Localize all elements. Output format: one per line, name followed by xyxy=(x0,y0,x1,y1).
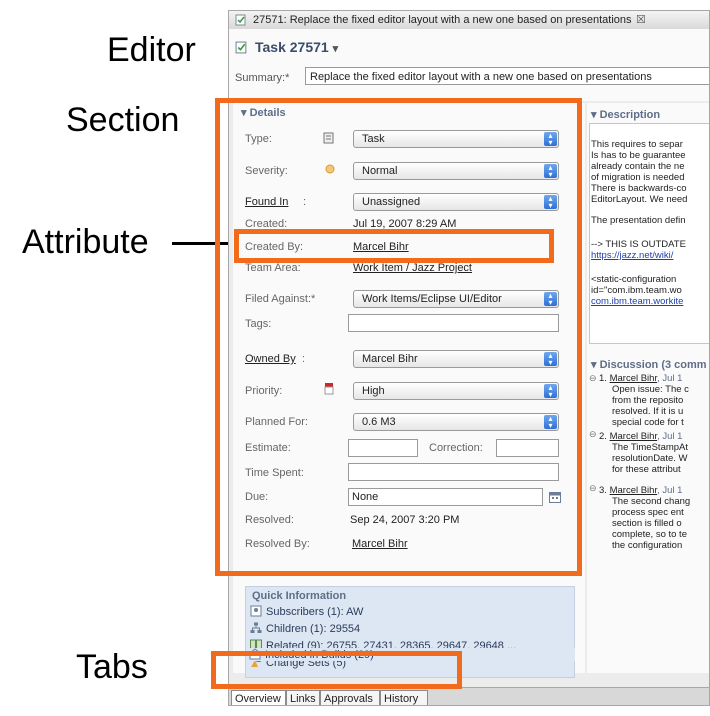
description-line: Is has to be guarantee xyxy=(591,150,686,161)
description-line: There is backwards-co xyxy=(591,183,687,194)
tab-approvals[interactable]: Approvals xyxy=(320,690,380,705)
comment-author-link[interactable]: Marcel Bihr xyxy=(610,431,658,442)
section-highlight xyxy=(215,98,582,576)
tabs-highlight xyxy=(211,651,462,689)
editor-tab-title: 27571: Replace the fixed editor layout w… xyxy=(253,14,632,26)
description-line: id="com.ibm.team.wo xyxy=(591,285,682,296)
comment-line: Open issue: The c xyxy=(612,384,689,395)
comment-date: , Jul 1 xyxy=(657,431,683,442)
tab-links[interactable]: Links xyxy=(286,690,320,705)
comment-header: 3. Marcel Bihr, Jul 1 xyxy=(599,485,682,496)
collapse-icon[interactable]: ⊖ xyxy=(589,373,597,384)
task-icon xyxy=(235,41,247,54)
description-link[interactable]: com.ibm.team.workite xyxy=(591,296,683,307)
editor-header: Task 27571 ▾ Summary:* Replace the fixed… xyxy=(229,29,709,101)
tab-overview[interactable]: Overview xyxy=(231,690,286,705)
comment-line: complete, so to te xyxy=(612,529,687,540)
comment-line: special code for t xyxy=(612,417,684,428)
comment-author-link[interactable]: Marcel Bihr xyxy=(610,373,658,384)
summary-label: Summary:* xyxy=(235,72,290,84)
comment-line: resolved. If it is u xyxy=(612,406,684,417)
comment-line: The TimeStampAt xyxy=(612,442,689,453)
description-line: <static-configuration xyxy=(591,274,677,285)
comment-number: 2. xyxy=(599,431,607,442)
description-line: already contain the ne xyxy=(591,161,685,172)
summary-input[interactable]: Replace the fixed editor layout with a n… xyxy=(305,67,709,85)
children-icon xyxy=(250,622,262,633)
attribute-highlight xyxy=(234,229,554,263)
comment-date: , Jul 1 xyxy=(657,485,683,496)
callout-section: Section xyxy=(66,101,180,139)
task-title[interactable]: Task 27571 ▾ xyxy=(255,39,338,55)
close-tab-icon[interactable]: ☒ xyxy=(636,13,646,26)
children-text: Children (1): 29554 xyxy=(266,623,361,635)
editor-tab[interactable]: 27571: Replace the fixed editor layout w… xyxy=(229,11,709,30)
tab-history[interactable]: History xyxy=(380,690,428,705)
quick-information-header: Quick Information xyxy=(252,590,347,602)
description-line: of migration is needed xyxy=(591,172,685,183)
chevron-down-icon[interactable]: ▾ xyxy=(333,43,339,55)
description-wiki-link[interactable]: https://jazz.net/wiki/ xyxy=(591,250,673,261)
comment-header: 2. Marcel Bihr, Jul 1 xyxy=(599,431,682,442)
editor-tabs-bar: Overview Links Approvals History xyxy=(229,687,709,705)
task-icon xyxy=(235,14,246,26)
comment-line: section is filled o xyxy=(612,518,682,529)
description-line: EditorLayout. We need xyxy=(591,194,688,205)
comment-line: the configuration xyxy=(612,540,683,551)
discussion-header[interactable]: ▾ Discussion (3 comm xyxy=(591,358,707,371)
description-discussion-panel: ▾ Description This requires to separ Is … xyxy=(587,103,709,673)
description-line: This requires to separ xyxy=(591,139,683,150)
comment-line: resolutionDate. W xyxy=(612,453,688,464)
comment-line: from the reposito xyxy=(612,395,684,406)
comment-line: The second chang xyxy=(612,496,691,507)
comment-line: process spec ent xyxy=(612,507,684,518)
comment-number: 1. xyxy=(599,373,607,384)
description-header[interactable]: ▾ Description xyxy=(591,108,660,121)
subscribers-text: Subscribers (1): AW xyxy=(266,606,364,618)
description-line: --> THIS IS OUTDATE xyxy=(591,239,686,250)
children-item[interactable]: Children (1): 29554 xyxy=(250,622,360,635)
comment-line: for these attribut xyxy=(612,464,681,475)
collapse-icon[interactable]: ⊖ xyxy=(589,483,597,494)
callout-editor: Editor xyxy=(107,31,196,69)
collapse-icon[interactable]: ⊖ xyxy=(589,429,597,440)
task-title-text: Task 27571 xyxy=(255,39,329,55)
description-line: The presentation defin xyxy=(591,215,686,226)
comment-number: 3. xyxy=(599,485,607,496)
comment-header: 1. Marcel Bihr, Jul 1 xyxy=(599,373,682,384)
callout-attribute: Attribute xyxy=(22,223,149,261)
callout-tabs: Tabs xyxy=(76,648,148,686)
comment-author-link[interactable]: Marcel Bihr xyxy=(610,485,658,496)
subscribers-icon xyxy=(250,605,262,617)
comment-date: , Jul 1 xyxy=(657,373,683,384)
subscribers-item[interactable]: Subscribers (1): AW xyxy=(250,605,363,618)
